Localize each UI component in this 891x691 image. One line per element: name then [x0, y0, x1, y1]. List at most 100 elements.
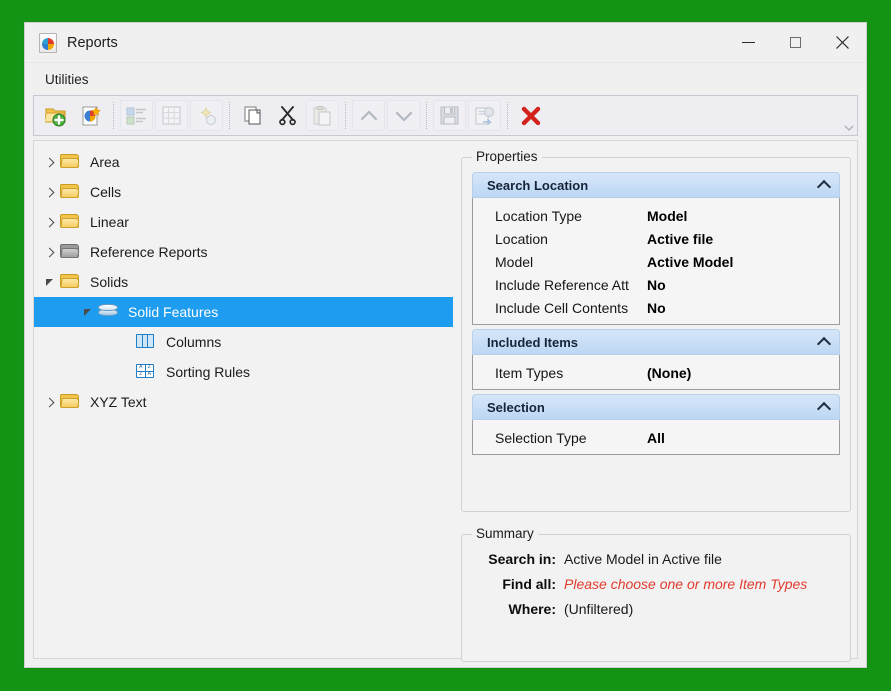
tree-item-icon	[136, 333, 158, 351]
section-title: Search Location	[487, 178, 588, 193]
toolbar-button-cut[interactable]	[271, 100, 304, 131]
tree-twisty[interactable]	[38, 219, 60, 226]
properties-section-included-items: Included Items Item Types(None)	[472, 329, 840, 390]
property-row[interactable]: Include Cell ContentsNo	[473, 296, 839, 319]
property-key: Include Cell Contents	[495, 300, 647, 316]
tree-item-label: Sorting Rules	[166, 364, 250, 380]
red-x-icon	[521, 106, 541, 126]
property-row[interactable]: Include Reference AttNo	[473, 273, 839, 296]
toolbar-button-delete[interactable]	[514, 100, 547, 131]
tree-item-linear[interactable]: Linear	[34, 207, 453, 237]
window-controls	[725, 23, 866, 62]
summary-value: (Unfiltered)	[564, 601, 633, 617]
tree-item-solid-features[interactable]: Solid Features	[34, 297, 453, 327]
properties-group: Properties Search LocationLocation TypeM…	[461, 157, 851, 512]
section-header[interactable]: Included Items	[472, 329, 840, 355]
tree-item-icon	[60, 153, 82, 171]
tree-item-icon	[98, 303, 120, 321]
tree-twisty[interactable]	[38, 249, 60, 256]
property-row[interactable]: Selection TypeAll	[473, 426, 839, 449]
section-title: Included Items	[487, 335, 578, 350]
grid-icon	[162, 106, 181, 125]
toolbar-separator	[426, 102, 427, 129]
chevron-up-icon[interactable]	[817, 337, 831, 351]
close-button[interactable]	[819, 23, 866, 62]
tree-item-label: Cells	[90, 184, 121, 200]
property-value: Active file	[647, 231, 713, 247]
wand-select-icon	[197, 106, 217, 126]
property-value: (None)	[647, 365, 691, 381]
toolbar-separator	[229, 102, 230, 129]
report-tree[interactable]: Area Cells Linear Reference Reports Solids So…	[33, 140, 453, 659]
maximize-button[interactable]	[772, 23, 819, 62]
triangle-down-icon	[84, 309, 91, 316]
tree-item-reference-reports[interactable]: Reference Reports	[34, 237, 453, 267]
tree-item-sorting-rules[interactable]: AZZA Sorting Rules	[34, 357, 453, 387]
property-value: No	[647, 300, 666, 316]
reports-window: Reports Utilities AreaCel	[24, 22, 867, 668]
triangle-down-icon	[46, 279, 53, 286]
properties-accordion: Search Location Location TypeModelLocatio…	[472, 172, 840, 455]
menu-bar: Utilities	[25, 63, 866, 95]
property-key: Selection Type	[495, 430, 647, 446]
summary-row: Where:(Unfiltered)	[472, 601, 840, 617]
tree-twisty[interactable]	[38, 159, 60, 166]
summary-row: Find all:Please choose one or more Item …	[472, 576, 840, 592]
summary-value: Active Model in Active file	[564, 551, 722, 567]
property-row[interactable]: ModelActive Model	[473, 250, 839, 273]
toolbar	[33, 95, 858, 136]
toolbar-separator	[345, 102, 346, 129]
report-new-icon	[80, 105, 102, 127]
minimize-button[interactable]	[725, 23, 772, 62]
folder-add-icon	[45, 105, 67, 127]
tree-twisty[interactable]	[38, 189, 60, 196]
toolbar-button-move-down	[387, 100, 420, 131]
toolbar-overflow-button[interactable]	[843, 122, 855, 134]
property-value: Model	[647, 208, 687, 224]
property-value: No	[647, 277, 666, 293]
toolbar-button-new-report[interactable]	[74, 100, 107, 131]
property-row[interactable]: Item Types(None)	[473, 361, 839, 384]
property-key: Model	[495, 254, 647, 270]
summary-legend: Summary	[472, 526, 538, 541]
section-header[interactable]: Search Location	[472, 172, 840, 198]
tree-item-icon: AZZA	[136, 363, 158, 381]
menu-item-utilities[interactable]: Utilities	[41, 69, 93, 90]
section-header[interactable]: Selection	[472, 394, 840, 420]
section-body: Location TypeModelLocationActive fileMod…	[472, 198, 840, 325]
section-body: Item Types(None)	[472, 355, 840, 390]
list-report-icon	[126, 106, 147, 126]
tree-item-icon	[60, 273, 82, 291]
tree-item-xyz-text[interactable]: XYZ Text	[34, 387, 453, 417]
sorting-rules-icon: AZZA	[136, 364, 154, 378]
toolbar-button-paste	[306, 100, 339, 131]
tree-item-solids[interactable]: Solids	[34, 267, 453, 297]
summary-row: Search in:Active Model in Active file	[472, 551, 840, 567]
section-body: Selection TypeAll	[472, 420, 840, 455]
chevron-up-icon[interactable]	[817, 180, 831, 194]
toolbar-button-new-report-folder[interactable]	[39, 100, 72, 131]
toolbar-button-copy[interactable]	[236, 100, 269, 131]
property-row[interactable]: Location TypeModel	[473, 204, 839, 227]
chevron-up-icon[interactable]	[817, 402, 831, 416]
tree-twisty[interactable]	[38, 399, 60, 406]
summary-value: Please choose one or more Item Types	[564, 576, 807, 592]
section-title: Selection	[487, 400, 545, 415]
property-key: Include Reference Att	[495, 277, 647, 293]
tree-item-area[interactable]: Area	[34, 147, 453, 177]
scissors-icon	[279, 105, 297, 126]
tree-item-label: Area	[90, 154, 120, 170]
chevron-right-icon	[44, 247, 54, 257]
tree-twisty[interactable]	[76, 309, 98, 316]
toolbar-separator	[113, 102, 114, 129]
properties-section-search-location: Search Location Location TypeModelLocatio…	[472, 172, 840, 325]
toolbar-button-save	[433, 100, 466, 131]
title-bar[interactable]: Reports	[25, 23, 866, 63]
tree-item-label: Solid Features	[128, 304, 218, 320]
tree-item-cells[interactable]: Cells	[34, 177, 453, 207]
tree-item-columns[interactable]: Columns	[34, 327, 453, 357]
tree-twisty[interactable]	[38, 279, 60, 286]
chevron-right-icon	[44, 397, 54, 407]
property-row[interactable]: LocationActive file	[473, 227, 839, 250]
tree-item-label: Reference Reports	[90, 244, 208, 260]
